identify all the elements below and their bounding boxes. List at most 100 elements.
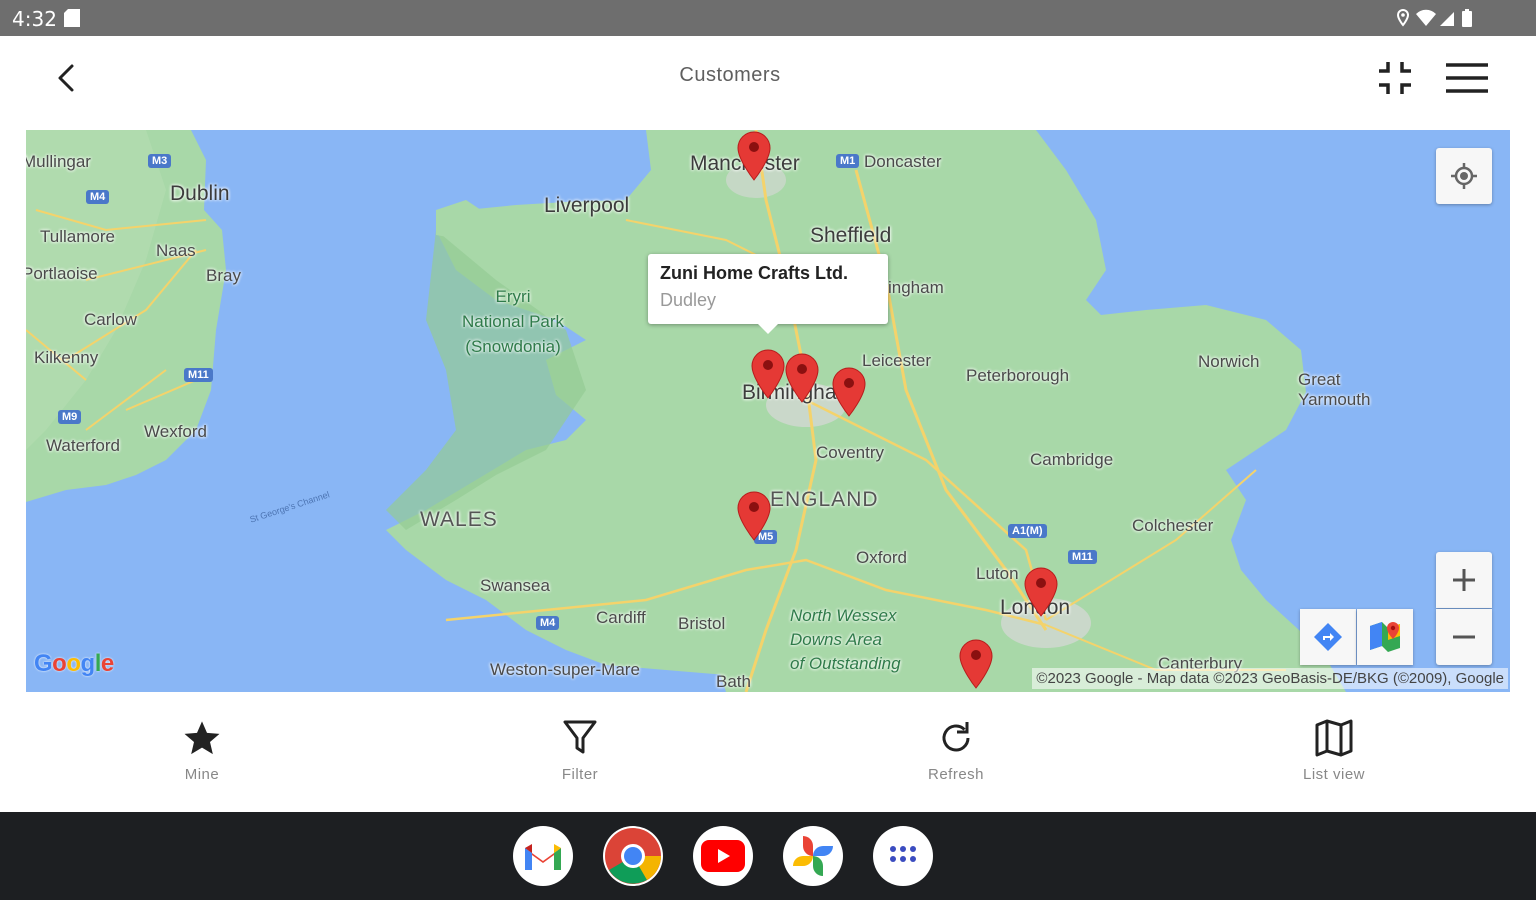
- youtube-icon: [701, 840, 745, 872]
- collapse-button[interactable]: [1372, 58, 1418, 98]
- sd-card-icon: [64, 9, 80, 32]
- signal-icon: [1440, 12, 1454, 26]
- hamburger-menu-icon: [1446, 63, 1488, 93]
- filter-icon: [563, 720, 597, 754]
- app-bar: Customers: [10, 36, 1526, 120]
- map-label-swansea: Swansea: [480, 576, 550, 595]
- map-label-cambridge: Cambridge: [1030, 450, 1114, 469]
- road-shield: M11: [184, 368, 213, 382]
- map-label-nottingham: ingham: [888, 278, 944, 297]
- my-location-icon: [1451, 163, 1477, 189]
- page-title: Customers: [679, 64, 781, 86]
- road-shield: M1: [836, 154, 860, 168]
- nav-filter-label: Filter: [561, 766, 599, 783]
- map-label-waterford: Waterford: [46, 436, 121, 455]
- customer-pin[interactable]: [784, 352, 820, 404]
- map-label-bray: Bray: [206, 266, 241, 285]
- map-label-cardiff: Cardiff: [596, 608, 646, 627]
- taskbar-dock: [0, 812, 1536, 900]
- nav-mine[interactable]: Mine: [122, 716, 282, 800]
- status-bar: 4:32: [0, 0, 1536, 36]
- refresh-icon: [942, 722, 970, 752]
- open-google-maps-button[interactable]: [1357, 609, 1413, 665]
- customer-pin[interactable]: [1023, 566, 1059, 618]
- map-label-leicester: Leicester: [862, 351, 931, 370]
- map-label-eryri: Eryri National Park (Snowdonia): [462, 287, 565, 356]
- customer-pin[interactable]: [750, 348, 786, 400]
- status-icons: [1396, 8, 1496, 33]
- map-label-peterborough: Peterborough: [966, 366, 1070, 385]
- map-label-mullingar: Mullingar: [26, 152, 91, 171]
- customer-city: Dudley: [660, 290, 717, 310]
- customer-pin[interactable]: [831, 366, 867, 418]
- map-label-wales: WALES: [420, 508, 498, 531]
- nav-list-view[interactable]: List view: [1254, 716, 1414, 800]
- nav-refresh[interactable]: Refresh: [876, 716, 1036, 800]
- grid-dots-icon: [890, 846, 916, 862]
- customer-pin[interactable]: [958, 638, 994, 690]
- nav-list-view-label: List view: [1302, 766, 1366, 783]
- google-maps-icon: [1370, 622, 1400, 652]
- directions-icon: [1314, 623, 1342, 651]
- customer-pin[interactable]: [736, 130, 772, 182]
- map-label-bristol: Bristol: [678, 614, 726, 633]
- map-label-bath: Bath: [716, 672, 751, 691]
- star-icon: [184, 721, 220, 755]
- gmail-icon: [525, 844, 561, 870]
- map-icon: [1315, 719, 1353, 757]
- map-label-england: ENGLAND: [770, 488, 879, 511]
- google-logo: Google: [34, 650, 114, 677]
- road-shield: M4: [536, 616, 560, 630]
- chrome-icon: [605, 828, 661, 884]
- directions-button[interactable]: [1300, 609, 1356, 665]
- chrome-app[interactable]: [603, 826, 663, 886]
- menu-button[interactable]: [1442, 58, 1492, 98]
- road-shield: M4: [86, 190, 110, 204]
- map-label-great-yarmouth: Great Yarmouth: [1298, 370, 1371, 409]
- map-attribution[interactable]: ©2023 Google - Map data ©2023 GeoBasis-D…: [1032, 668, 1508, 689]
- photos-pinwheel-icon: [793, 836, 833, 876]
- map-label-colchester: Colchester: [1132, 516, 1214, 535]
- road-shield: M9: [58, 410, 82, 424]
- app-drawer-button[interactable]: [873, 826, 933, 886]
- customer-name: Zuni Home Crafts Ltd.: [660, 263, 848, 283]
- photos-app[interactable]: [783, 826, 843, 886]
- map-label-north-wessex: North Wessex Downs Area of Outstanding: [790, 606, 901, 673]
- map-label-carlow: Carlow: [84, 310, 137, 329]
- map-label-coventry: Coventry: [816, 443, 885, 462]
- map-label-naas: Naas: [156, 241, 196, 260]
- location-icon: [1396, 8, 1410, 27]
- fullscreen-exit-icon: [1379, 62, 1411, 94]
- minus-icon: [1453, 635, 1475, 639]
- road-shield: M11: [1068, 550, 1097, 564]
- map-label-sheffield: Sheffield: [810, 224, 892, 247]
- nav-mine-label: Mine: [184, 766, 220, 783]
- marker-info-window[interactable]: Zuni Home Crafts Ltd. Dudley: [648, 254, 888, 334]
- map-label-norwich: Norwich: [1198, 352, 1260, 371]
- road-shield: A1(M): [1008, 524, 1047, 538]
- my-location-button[interactable]: [1436, 148, 1492, 204]
- app-window: Customers Mullingar Dublin Tullamore Naa…: [10, 36, 1526, 810]
- map-label-luton: Luton: [976, 564, 1019, 583]
- gmail-app[interactable]: [513, 826, 573, 886]
- youtube-app[interactable]: [693, 826, 753, 886]
- map-label-doncaster: Doncaster: [864, 152, 942, 171]
- map-label-weston: Weston-super-Mare: [490, 660, 640, 679]
- map-label-kilkenny: Kilkenny: [34, 348, 99, 367]
- map-label-oxford: Oxford: [856, 548, 908, 567]
- bottom-navigation: Mine Filter Refresh List view: [10, 708, 1526, 808]
- nav-filter[interactable]: Filter: [500, 716, 660, 800]
- zoom-out-button[interactable]: [1436, 609, 1492, 665]
- zoom-in-button[interactable]: [1436, 552, 1492, 608]
- map-label-wexford: Wexford: [144, 422, 207, 441]
- map-label-liverpool: Liverpool: [544, 194, 630, 217]
- map-terrain: [26, 130, 1510, 692]
- map-label-dublin: Dublin: [170, 182, 230, 205]
- customer-pin[interactable]: [736, 490, 772, 542]
- road-shield: M3: [148, 154, 172, 168]
- wifi-icon: [1416, 9, 1436, 26]
- status-time: 4:32: [12, 7, 57, 31]
- plus-icon: [1453, 569, 1475, 591]
- map-label-portlaoise: Portlaoise: [26, 264, 98, 283]
- map-view[interactable]: Mullingar Dublin Tullamore Naas Bray Por…: [26, 130, 1510, 692]
